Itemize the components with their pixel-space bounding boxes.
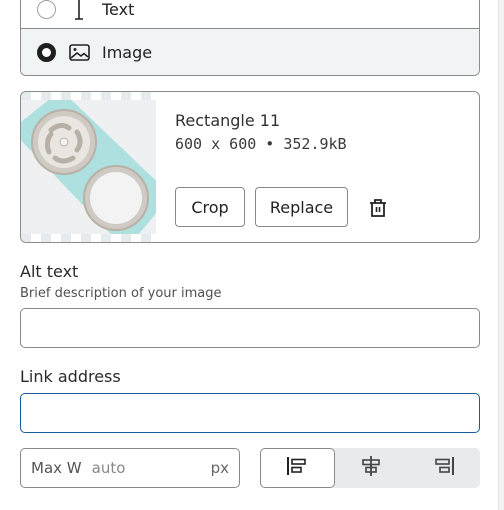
trash-icon[interactable] <box>366 196 390 220</box>
crop-button[interactable]: Crop <box>175 187 245 227</box>
text-cursor-icon <box>68 0 90 20</box>
link-address-input[interactable] <box>20 393 480 433</box>
max-width-unit: px <box>210 459 229 477</box>
image-meta: 600 x 600 • 352.9kB <box>175 135 347 153</box>
max-width-input[interactable]: Max W auto px <box>20 448 240 488</box>
align-left-icon <box>286 456 308 480</box>
image-thumbnail[interactable] <box>21 92 156 242</box>
content-type-radio-group: Text Image <box>20 0 480 76</box>
align-center-button[interactable] <box>335 448 408 488</box>
align-center-icon <box>360 455 382 481</box>
max-width-placeholder[interactable]: auto <box>92 459 211 477</box>
image-icon <box>68 43 90 61</box>
link-address-label: Link address <box>20 367 121 386</box>
radio-option-image[interactable]: Image <box>21 29 479 75</box>
radio-option-text[interactable]: Text <box>21 0 479 29</box>
radio-label: Text <box>102 0 135 19</box>
replace-button[interactable]: Replace <box>255 187 348 227</box>
align-left-button[interactable] <box>260 448 335 488</box>
alt-text-input[interactable] <box>20 308 480 348</box>
alignment-segmented-control <box>260 448 480 488</box>
image-card: Rectangle 11 600 x 600 • 352.9kB Crop Re… <box>20 91 480 243</box>
max-width-prefix: Max W <box>31 459 82 477</box>
align-right-button[interactable] <box>407 448 480 488</box>
align-right-icon <box>433 456 455 480</box>
radio-label: Image <box>102 42 153 62</box>
radio-button-selected[interactable] <box>37 42 56 62</box>
alt-text-label: Alt text <box>20 262 79 281</box>
alt-text-help: Brief description of your image <box>20 286 222 301</box>
image-name: Rectangle 11 <box>175 111 281 130</box>
scrollbar[interactable] <box>498 0 504 510</box>
thumbnail-image <box>21 100 156 234</box>
radio-button[interactable] <box>37 0 56 19</box>
